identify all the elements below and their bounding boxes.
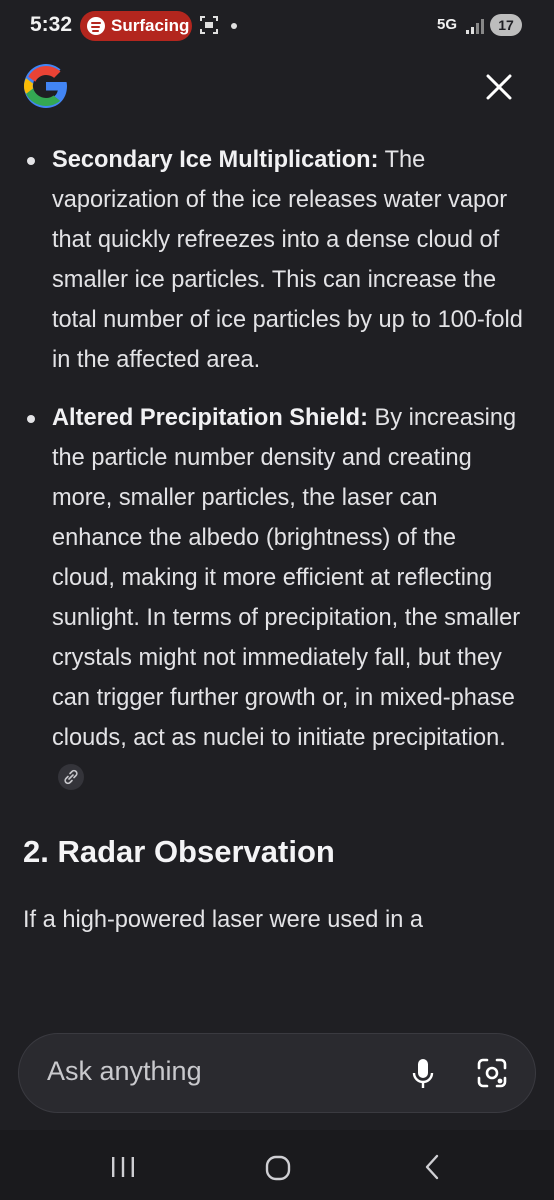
bullet-term: Altered Precipitation Shield: — [52, 405, 368, 431]
signal-icon — [466, 19, 484, 34]
lens-camera-icon[interactable] — [476, 1057, 508, 1089]
bullet-term: Secondary Ice Multiplication: — [52, 147, 379, 173]
notification-dot-icon — [231, 23, 237, 29]
microphone-icon[interactable] — [412, 1058, 434, 1090]
close-icon[interactable] — [484, 72, 514, 102]
bullet-dot — [27, 415, 35, 423]
bullet-text: By increasing the particle number densit… — [52, 405, 521, 751]
bullet-list: Secondary Ice Multiplication: The vapori… — [0, 140, 554, 798]
status-bar: 5:32 Surfacing 5G 17 — [0, 0, 554, 52]
list-item: Secondary Ice Multiplication: The vapori… — [0, 140, 554, 380]
source-link-icon[interactable] — [58, 764, 84, 790]
back-icon[interactable] — [423, 1154, 441, 1180]
section-heading: 2. Radar Observation — [23, 834, 335, 869]
status-time: 5:32 — [30, 13, 73, 36]
network-label: 5G — [437, 16, 458, 33]
ask-placeholder: Ask anything — [47, 1056, 202, 1086]
media-playing-pill[interactable]: Surfacing — [80, 11, 192, 41]
screenshot-icon — [200, 16, 218, 34]
bullet-text: The vaporization of the ice releases wat… — [52, 147, 523, 373]
navigation-bar — [0, 1130, 554, 1200]
home-icon[interactable] — [265, 1155, 291, 1181]
recent-apps-icon[interactable] — [111, 1156, 135, 1178]
google-g-icon[interactable] — [22, 62, 70, 110]
ask-input[interactable]: Ask anything — [18, 1033, 536, 1113]
media-label: Surfacing — [111, 16, 190, 35]
spotify-icon — [87, 17, 105, 35]
bullet-dot — [27, 157, 35, 165]
battery-indicator: 17 — [490, 14, 522, 36]
paragraph: If a high-powered laser were used in a — [23, 907, 424, 933]
answer-content: Secondary Ice Multiplication: The vapori… — [0, 140, 554, 940]
list-item: Altered Precipitation Shield: By increas… — [0, 398, 554, 798]
